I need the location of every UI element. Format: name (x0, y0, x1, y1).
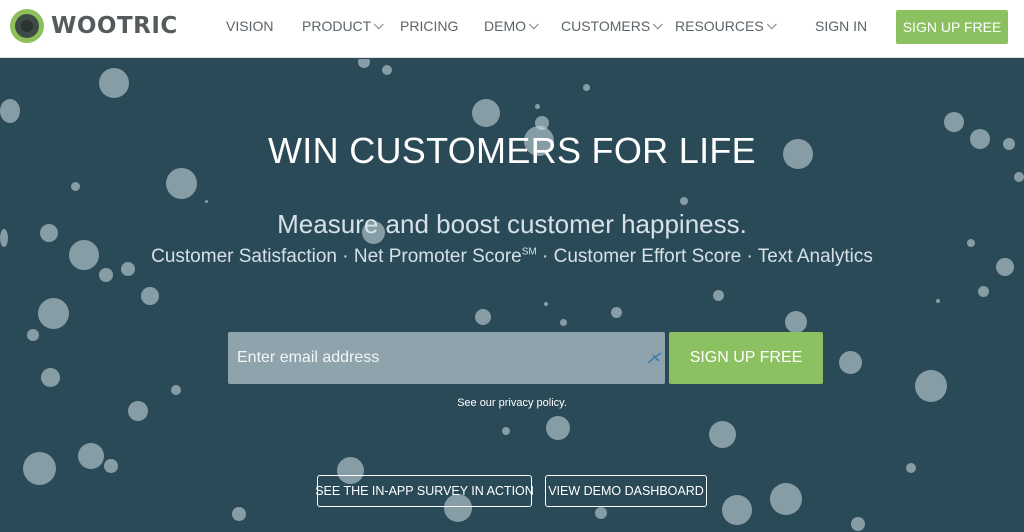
decorative-bubble (713, 290, 724, 301)
decorative-bubble (23, 452, 56, 485)
decorative-bubble (544, 302, 548, 306)
decorative-bubble (502, 427, 510, 435)
decorative-bubble (232, 507, 246, 521)
demo-dashboard-button[interactable]: VIEW DEMO DASHBOARD (545, 475, 707, 507)
email-input[interactable]: Enter email address (228, 332, 665, 384)
decorative-bubble (78, 443, 104, 469)
nav-label: PRODUCT (302, 18, 372, 34)
decorative-bubble (546, 416, 570, 440)
nav-item-resources[interactable]: RESOURCES (675, 18, 777, 34)
decorative-bubble (38, 298, 69, 329)
decorative-bubble (595, 507, 607, 519)
decorative-bubble (978, 286, 989, 297)
decorative-bubble (472, 99, 500, 127)
hero-headline: WIN CUSTOMERS FOR LIFE (268, 130, 756, 171)
decorative-bubble (936, 299, 940, 303)
decorative-bubble (1014, 172, 1024, 182)
nav-item-product[interactable]: PRODUCT (302, 18, 384, 34)
decorative-bubble (680, 197, 688, 205)
logo[interactable]: WOOTRIC (10, 8, 178, 44)
nav-label: CUSTOMERS (561, 18, 651, 34)
features-text-2: · Customer Effort Score · Text Analytics (536, 246, 873, 267)
decorative-bubble (382, 65, 392, 75)
hero-subhead: Measure and boost customer happiness. (277, 209, 747, 239)
chevron-down-icon (374, 18, 384, 29)
privacy-policy-link[interactable]: See our privacy policy. (0, 397, 1024, 409)
decorative-bubble (944, 112, 964, 132)
decorative-bubble (535, 116, 549, 130)
decorative-bubble (709, 421, 736, 448)
chevron-down-icon (766, 18, 777, 29)
decorative-bubble (27, 329, 39, 341)
autofill-icon[interactable] (647, 351, 663, 365)
nav-label: DEMO (484, 18, 526, 34)
decorative-bubble (99, 68, 129, 98)
decorative-bubble (583, 84, 590, 91)
decorative-bubble (166, 168, 197, 199)
site-header: WOOTRIC VISION PRODUCT PRICING DEMO CUST… (0, 0, 1024, 58)
nav-item-customers[interactable]: CUSTOMERS (561, 18, 663, 34)
nav-label: PRICING (400, 18, 459, 34)
decorative-bubble (171, 385, 181, 395)
logo-text: WOOTRIC (51, 13, 178, 39)
email-placeholder: Enter email address (237, 349, 380, 366)
chevron-down-icon (528, 18, 539, 29)
decorative-bubble (839, 351, 862, 374)
decorative-bubble (205, 200, 208, 203)
decorative-bubble (99, 268, 113, 282)
hero-section: WIN CUSTOMERS FOR LIFE Measure and boost… (0, 59, 1024, 532)
decorative-bubble (475, 309, 491, 325)
chevron-down-icon (653, 18, 663, 29)
nav-label: VISION (226, 18, 274, 34)
wootric-logo-icon (10, 9, 44, 43)
decorative-bubble (851, 517, 865, 531)
decorative-bubble (104, 459, 118, 473)
decorative-bubble (358, 59, 370, 68)
nav-label: RESOURCES (675, 18, 764, 34)
hero-signup-button[interactable]: SIGN UP FREE (669, 332, 823, 384)
decorative-bubble (71, 182, 80, 191)
decorative-bubble (560, 319, 567, 326)
service-mark: SM (521, 246, 537, 258)
sign-in-label: SIGN IN (815, 18, 868, 34)
decorative-bubble (722, 495, 752, 525)
decorative-bubble (535, 104, 540, 109)
nav-item-vision[interactable]: VISION (226, 18, 273, 34)
decorative-bubble (141, 287, 159, 305)
decorative-bubble (611, 307, 622, 318)
in-app-survey-button[interactable]: SEE THE IN-APP SURVEY IN ACTION (315, 475, 534, 507)
decorative-bubble (906, 463, 916, 473)
sign-in-link[interactable]: SIGN IN (815, 18, 867, 34)
decorative-bubble (41, 368, 60, 387)
decorative-bubble (785, 311, 807, 333)
features-text: Customer Satisfaction · Net Promoter Sco… (151, 246, 522, 267)
nav-item-pricing[interactable]: PRICING (400, 18, 458, 34)
hero-features: Customer Satisfaction · Net Promoter Sco… (0, 246, 1024, 268)
decorative-bubble (0, 99, 20, 123)
nav-item-demo[interactable]: DEMO (484, 18, 539, 34)
header-signup-button[interactable]: SIGN UP FREE (896, 10, 1008, 44)
decorative-bubble (770, 483, 802, 515)
